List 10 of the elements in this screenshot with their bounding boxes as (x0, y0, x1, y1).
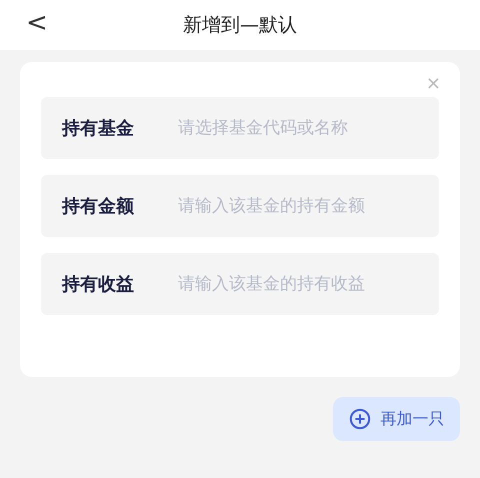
field-label: 持有基金 (62, 117, 135, 140)
add-button[interactable]: 再加一只 (333, 397, 460, 441)
page-title: 新增到—默认 (183, 13, 297, 38)
field-label: 持有收益 (62, 273, 135, 296)
input-field[interactable]: 请输入该基金的持有金额 (178, 196, 439, 216)
plus-circle-icon (348, 408, 370, 430)
field-label: 持有金额 (62, 195, 135, 218)
input-field[interactable]: 请选择基金代码或名称 (178, 118, 439, 138)
back-button[interactable]: < (20, 8, 54, 38)
input-field[interactable]: 请输入该基金的持有收益 (178, 274, 439, 294)
